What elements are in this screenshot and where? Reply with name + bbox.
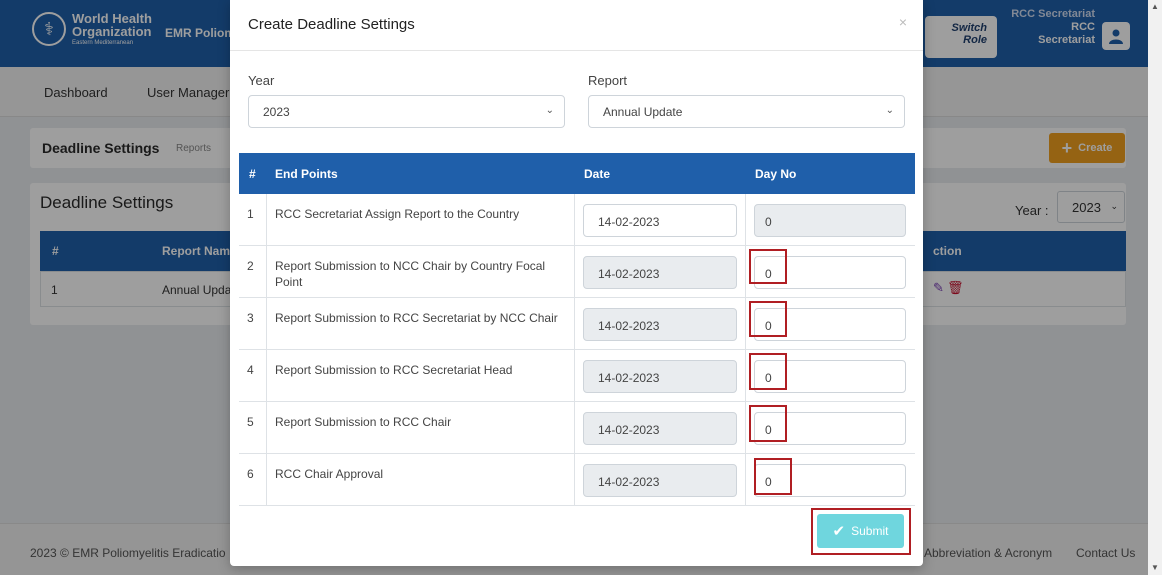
table-row: 1 RCC Secretariat Assign Report to the C…	[239, 194, 915, 246]
th-day-no: Day No	[755, 167, 797, 181]
divider	[574, 298, 575, 350]
divider	[574, 350, 575, 402]
date-input: 14-02-2023	[583, 308, 737, 341]
highlight-box	[749, 405, 787, 442]
divider	[745, 194, 746, 246]
divider	[574, 194, 575, 246]
year-select[interactable]: 2023 ⌄	[248, 95, 565, 128]
report-label: Report	[588, 73, 628, 88]
create-deadline-modal: Create Deadline Settings × Year 2023 ⌄ R…	[230, 0, 923, 566]
th-date: Date	[584, 167, 611, 181]
report-select-value: Annual Update	[603, 105, 683, 119]
highlight-box	[749, 301, 787, 337]
row-num: 4	[247, 363, 254, 377]
scroll-up-icon[interactable]: ▲	[1148, 0, 1162, 14]
table-row: 6 RCC Chair Approval 14-02-2023 0	[239, 454, 915, 506]
highlight-box	[754, 458, 792, 495]
divider	[745, 454, 746, 506]
date-input: 14-02-2023	[583, 360, 737, 393]
close-icon[interactable]: ×	[899, 14, 907, 30]
divider	[266, 194, 267, 246]
submit-label: Submit	[851, 524, 889, 538]
divider	[266, 402, 267, 454]
date-input: 14-02-2023	[583, 464, 737, 497]
scrollbar[interactable]: ▲ ▼	[1148, 0, 1162, 575]
table-row: 5 Report Submission to RCC Chair 14-02-2…	[239, 402, 915, 454]
submit-button[interactable]: ✔ Submit	[817, 514, 904, 548]
day-no-input: 0	[754, 204, 906, 237]
row-end-point: Report Submission to RCC Chair	[275, 415, 452, 429]
date-input[interactable]: 14-02-2023	[583, 204, 737, 237]
table-header: # End Points Date Day No	[239, 153, 915, 194]
table-row: 3 Report Submission to RCC Secretariat b…	[239, 298, 915, 350]
scroll-down-icon[interactable]: ▼	[1148, 561, 1162, 575]
divider	[745, 350, 746, 402]
divider	[266, 350, 267, 402]
divider	[574, 402, 575, 454]
divider	[745, 298, 746, 350]
highlight-box	[749, 353, 787, 390]
th-num: #	[249, 167, 256, 181]
row-end-point: Report Submission to RCC Secretariat by …	[275, 311, 558, 325]
row-num: 1	[247, 207, 254, 221]
divider	[266, 246, 267, 298]
row-num: 2	[247, 259, 254, 273]
row-end-point: Report Submission to NCC Chair by Countr…	[275, 259, 546, 289]
row-num: 3	[247, 311, 254, 325]
year-select-value: 2023	[263, 105, 290, 119]
th-end-points: End Points	[275, 167, 338, 181]
divider	[745, 246, 746, 298]
table-row: 4 Report Submission to RCC Secretariat H…	[239, 350, 915, 402]
report-select[interactable]: Annual Update ⌄	[588, 95, 905, 128]
highlight-box	[749, 249, 787, 284]
date-input: 14-02-2023	[583, 256, 737, 289]
chevron-down-icon: ⌄	[885, 105, 894, 116]
row-num: 5	[247, 415, 254, 429]
year-label: Year	[248, 73, 275, 88]
chevron-down-icon: ⌄	[545, 105, 554, 116]
modal-title: Create Deadline Settings	[248, 16, 415, 33]
date-input: 14-02-2023	[583, 412, 737, 445]
divider	[266, 298, 267, 350]
check-icon: ✔	[832, 523, 846, 540]
divider	[745, 402, 746, 454]
row-end-point: Report Submission to RCC Secretariat Hea…	[275, 363, 513, 377]
table-row: 2 Report Submission to NCC Chair by Coun…	[239, 246, 915, 298]
divider	[574, 246, 575, 298]
row-end-point: RCC Secretariat Assign Report to the Cou…	[275, 207, 520, 221]
row-end-point: RCC Chair Approval	[275, 467, 384, 481]
row-num: 6	[247, 467, 254, 481]
divider	[266, 454, 267, 506]
divider	[574, 454, 575, 506]
modal-header: Create Deadline Settings ×	[230, 0, 923, 51]
